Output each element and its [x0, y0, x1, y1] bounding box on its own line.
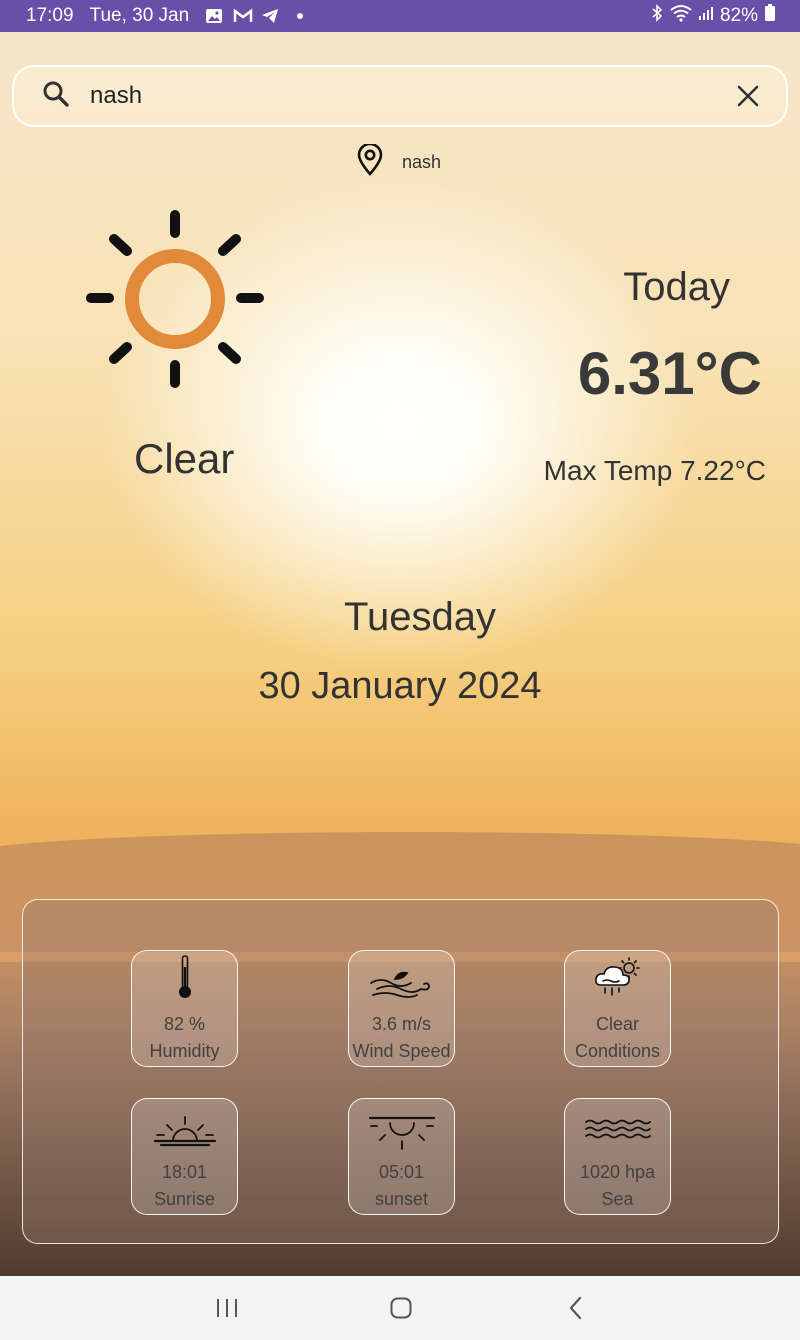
sunrise-value: 18:01 [161, 1162, 208, 1182]
status-bar: 17:09 Tue, 30 Jan 82% [0, 0, 800, 32]
humidity-value: 82 % [163, 1014, 206, 1034]
search-icon[interactable] [42, 80, 70, 113]
thermometer-icon [175, 955, 195, 1007]
current-temperature: 6.31°C [577, 340, 762, 407]
signal-icon [698, 5, 714, 27]
home-icon[interactable] [389, 1296, 413, 1320]
details-panel: 82 % Humidity 3.6 m/s Wind Speed Clear C… [22, 899, 779, 1244]
location-pin-icon [356, 142, 384, 181]
navigation-bar [0, 1276, 800, 1340]
location-row: nash [356, 142, 442, 181]
battery-text: 82% [719, 5, 758, 26]
full-date: 30 January 2024 [258, 665, 542, 707]
conditions-value: Clear [595, 1014, 639, 1034]
humidity-label: Humidity [149, 1041, 220, 1061]
sea-value: 1020 hpa [579, 1162, 656, 1182]
recent-apps-icon[interactable] [214, 1296, 240, 1320]
conditions-tile: Clear Conditions [564, 950, 671, 1067]
weather-background: nash Clear Today 6.31°C Max Temp 7.22°C … [0, 32, 800, 1276]
sunrise-icon [153, 1113, 217, 1155]
humidity-tile: 82 % Humidity [131, 950, 238, 1067]
max-temperature: Max Temp 7.22°C [543, 455, 766, 486]
wind-speed-tile: 3.6 m/s Wind Speed [348, 950, 455, 1067]
back-icon[interactable] [566, 1296, 586, 1320]
today-label: Today [623, 265, 730, 309]
sea-label: Sea [601, 1189, 634, 1209]
telegram-icon [261, 8, 279, 24]
battery-icon [764, 4, 776, 28]
bluetooth-icon [650, 4, 664, 28]
wifi-icon [670, 4, 692, 28]
sunrise-label: Sunrise [153, 1189, 216, 1209]
sea-waves-icon [584, 1119, 652, 1151]
gmail-icon [233, 8, 253, 24]
sunset-value: 05:01 [378, 1162, 425, 1182]
dot-icon [297, 13, 304, 19]
wind-speed-value: 3.6 m/s [371, 1014, 432, 1034]
status-time: 17:09 [26, 5, 74, 26]
conditions-label: Conditions [574, 1041, 661, 1061]
status-date: Tue, 30 Jan [89, 5, 190, 26]
close-icon[interactable] [736, 84, 760, 108]
weekday: Tuesday [344, 595, 496, 639]
sunset-icon [368, 1115, 436, 1163]
sea-tile: 1020 hpa Sea [564, 1098, 671, 1215]
gallery-icon [205, 8, 223, 24]
weather-condition: Clear [134, 435, 235, 482]
wind-icon [369, 969, 435, 1007]
search-bar[interactable] [12, 65, 788, 127]
cloud-sun-rain-icon [593, 957, 643, 1007]
wind-speed-label: Wind Speed [352, 1041, 451, 1061]
sunset-tile: 05:01 sunset [348, 1098, 455, 1215]
sun-icon [84, 208, 266, 395]
sunset-label: sunset [374, 1189, 429, 1209]
sunrise-tile: 18:01 Sunrise [131, 1098, 238, 1215]
search-input[interactable] [90, 82, 690, 110]
location-name: nash [402, 152, 442, 172]
